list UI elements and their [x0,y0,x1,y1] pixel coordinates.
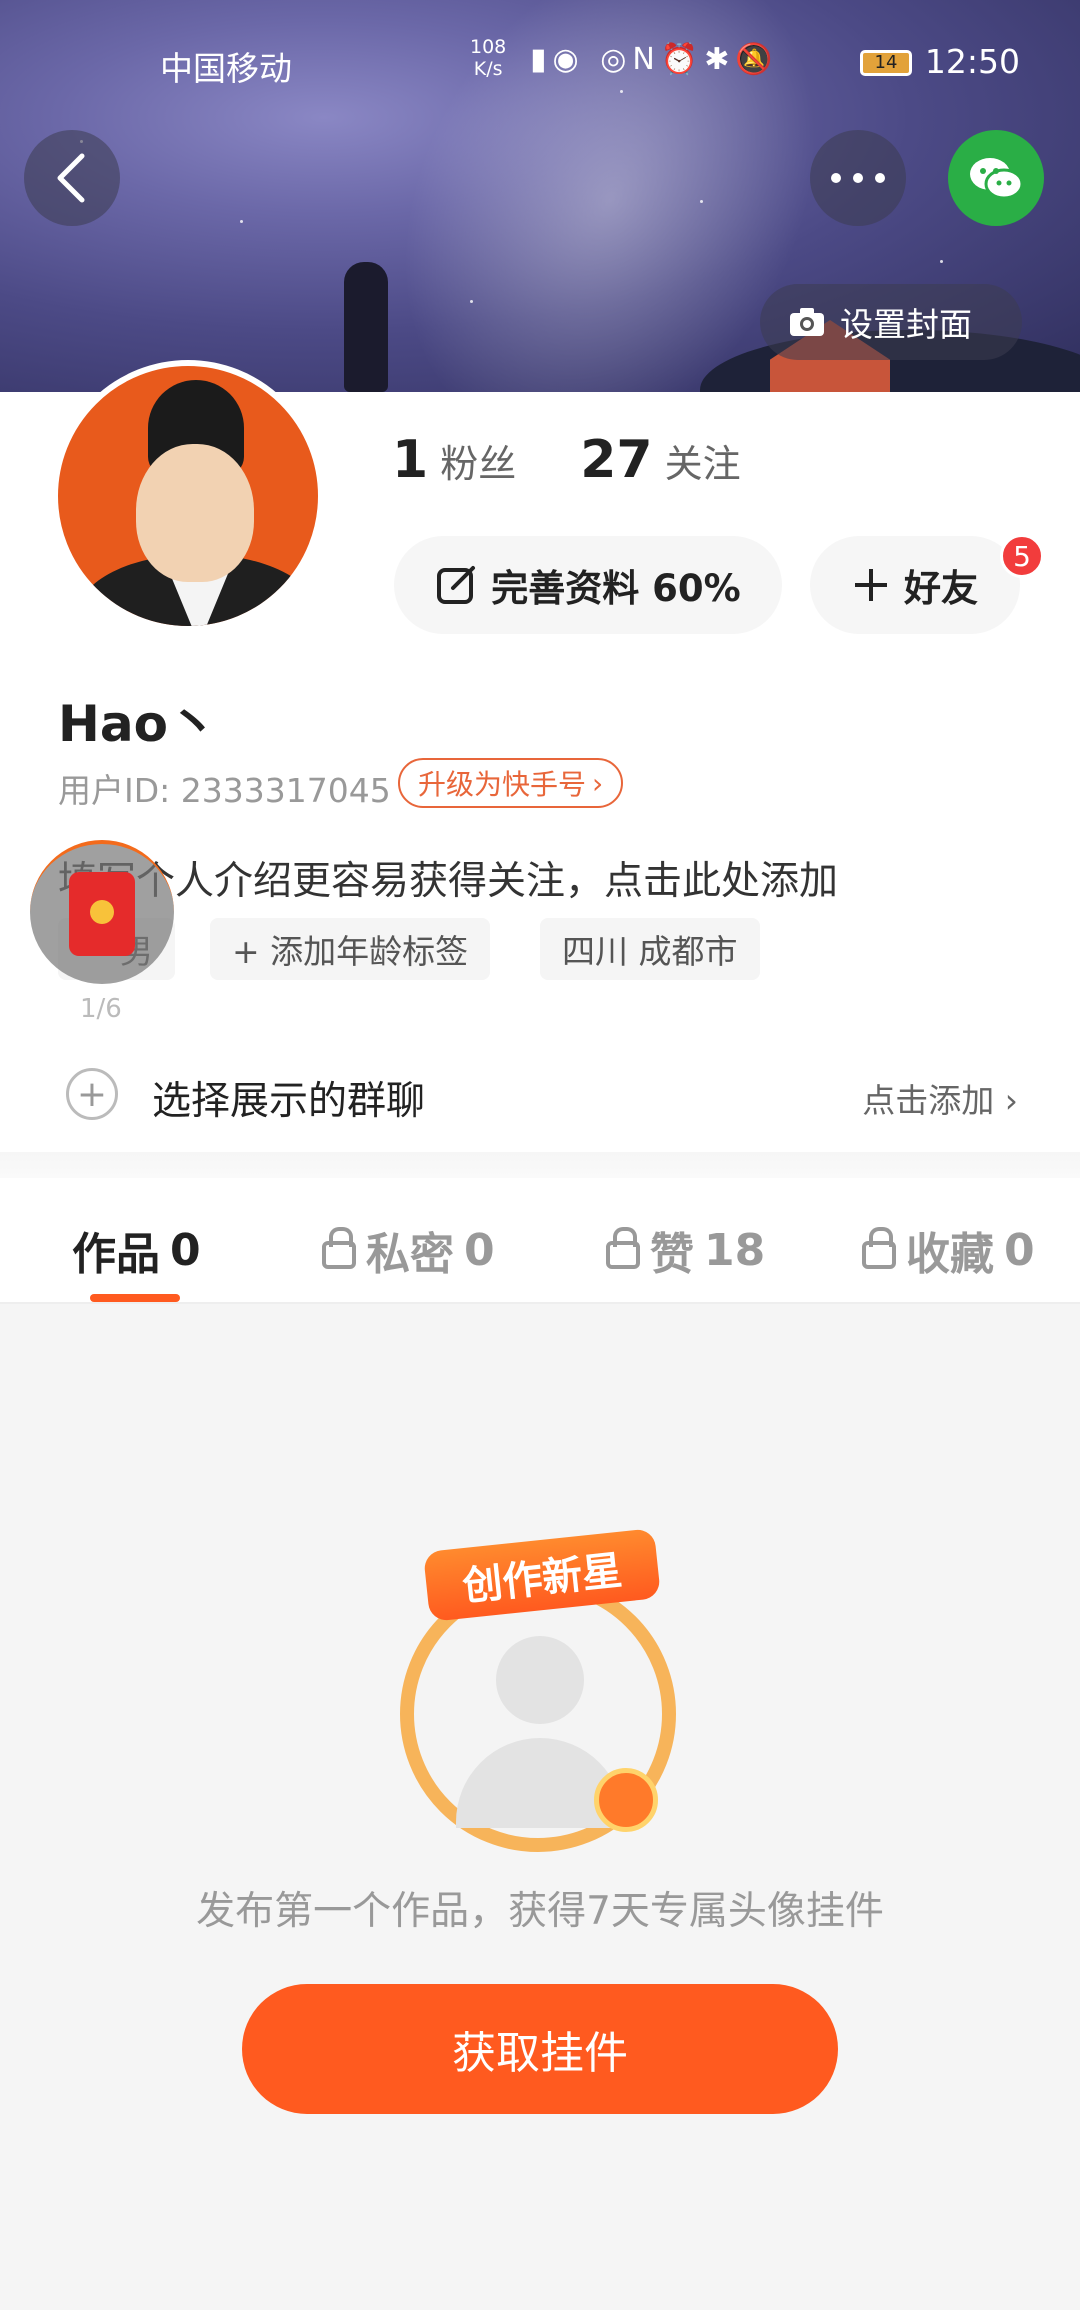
chevron-right-icon: › [1004,1081,1018,1120]
wechat-share-button[interactable] [948,130,1044,226]
add-friend-button[interactable]: 好友 [810,536,1020,634]
star [940,260,943,263]
avatar[interactable] [52,360,324,632]
user-id: 用户ID: 2333317045 [58,771,391,810]
creator-star-medal: 创作新星 [394,1528,690,1852]
add-friend-label: 好友 [904,567,978,610]
medal-star-icon [594,1768,658,1832]
section-divider [0,1152,1080,1178]
tab-label: 作品 [72,1229,160,1280]
person-silhouette [344,262,388,392]
chevron-right-icon: › [592,766,604,800]
edit-icon [437,566,476,604]
get-pendant-button[interactable]: 获取挂件 [242,1984,838,2114]
battery-icon: 14 [860,50,912,76]
username: Hao丶 [58,695,218,753]
profile-stats: 1 粉丝 27 关注 [392,430,741,490]
back-button[interactable] [24,130,120,226]
content-tabs: 作品 0 私密 0 赞 18 收藏 0 [0,1178,1080,1304]
add-circle-icon: + [66,1068,118,1120]
complete-profile-button[interactable]: 完善资料 60% [394,536,782,634]
add-age-tag[interactable]: + 添加年龄标签 [210,918,491,980]
red-envelope-icon [69,872,135,956]
following-count: 27 [580,430,653,490]
star [620,90,623,93]
tab-likes[interactable]: 赞 18 [606,1218,765,1282]
tab-label: 私密 [366,1229,454,1280]
tab-label: 收藏 [906,1229,994,1280]
group-chat-action: 点击添加 › [862,1074,1018,1122]
star [470,300,473,303]
tab-favorites[interactable]: 收藏 0 [862,1218,1035,1282]
tab-count: 0 [170,1224,201,1276]
network-speed: 108 K/s [470,36,507,80]
tab-private[interactable]: 私密 0 [322,1218,495,1282]
plus-icon [855,569,887,601]
group-chat-row[interactable]: + 选择展示的群聊 点击添加 › [0,1052,1080,1142]
lock-icon [606,1227,640,1269]
clock: 12:50 [924,42,1020,81]
tab-label: 赞 [650,1229,694,1280]
red-envelope-count: 1/6 [80,994,122,1024]
location-tag[interactable]: 四川 成都市 [540,918,760,980]
tab-count: 0 [464,1224,495,1276]
friend-request-badge: 5 [1000,534,1044,578]
star [700,200,703,203]
tab-count: 18 [704,1224,766,1276]
active-tab-indicator [90,1294,180,1302]
following-stat[interactable]: 27 关注 [580,430,740,490]
more-icon [831,173,885,183]
status-icons: ▮◉ ◎N⏰✱🔕 [530,42,779,77]
carrier-name: 中国移动 [160,49,292,88]
more-button[interactable] [810,130,906,226]
fans-stat[interactable]: 1 粉丝 [392,430,516,490]
star [240,220,243,223]
status-bar: 中国移动 108 K/s ▮◉ ◎N⏰✱🔕 14 12:50 [0,36,1080,88]
upgrade-button[interactable]: 升级为快手号 › [398,758,624,808]
upgrade-label: 升级为快手号 [418,768,587,801]
group-chat-label: 选择展示的群聊 [152,1079,426,1124]
placeholder-avatar-head [496,1636,584,1724]
red-envelope-button[interactable] [30,840,174,984]
following-label: 关注 [664,442,741,486]
set-cover-button[interactable]: 设置封面 [760,284,1022,360]
fans-count: 1 [392,430,429,490]
back-icon [57,153,85,203]
fans-label: 粉丝 [440,442,517,486]
tab-count: 0 [1004,1224,1035,1276]
empty-state-message: 发布第一个作品，获得7天专属头像挂件 [196,1889,884,1934]
lock-icon [862,1227,896,1269]
group-action-label: 点击添加 [862,1081,995,1120]
camera-icon [790,308,824,336]
complete-profile-label: 完善资料 60% [491,567,741,610]
wechat-icon [970,158,1024,200]
avatar-face [136,444,254,582]
set-cover-label: 设置封面 [840,305,972,344]
tab-works[interactable]: 作品 0 [72,1218,201,1282]
lock-icon [322,1227,356,1269]
bio-placeholder[interactable]: 填写个人介绍更容易获得关注，点击此处添加 [58,850,838,906]
